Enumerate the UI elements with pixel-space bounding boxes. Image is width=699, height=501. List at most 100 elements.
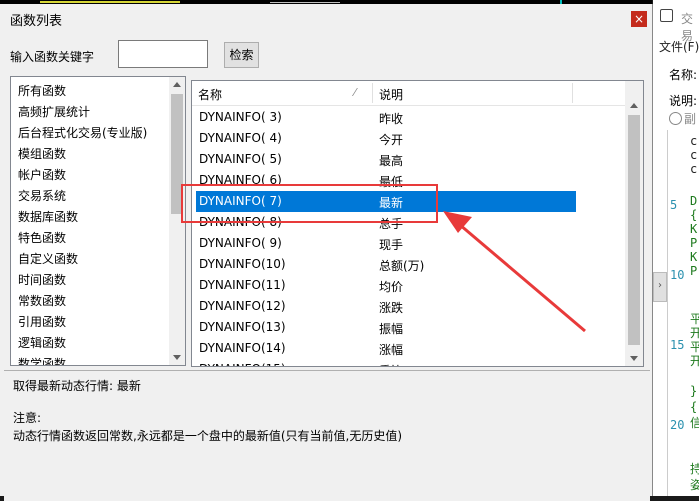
scroll-up-icon[interactable] (630, 103, 638, 108)
collapse-handle[interactable]: › (653, 272, 667, 302)
column-header-name[interactable]: 名称 (198, 86, 222, 103)
code-line: D (690, 194, 698, 208)
code-line: P (690, 236, 698, 250)
code-line: 开 (690, 354, 699, 368)
list-item[interactable]: DYNAINFO(14) 涨幅 (192, 338, 625, 359)
code-line: } (690, 384, 698, 398)
chevron-right-icon: › (658, 280, 662, 291)
list-item[interactable]: DYNAINFO(15) 委比 (192, 359, 625, 366)
search-input[interactable] (118, 40, 208, 68)
line-number: 5 (670, 198, 678, 212)
menu-file[interactable]: 文件(F) (659, 38, 699, 55)
description-note: 动态行情函数返回常数,永远都是一个盘中的最新值(只有当前值,无历史值) (13, 429, 402, 443)
radio-button[interactable] (669, 112, 682, 125)
list-header: 名称 ⁄ 说明 (192, 81, 625, 106)
function-name: DYNAINFO( 3) (199, 110, 282, 124)
function-desc: 总额(万) (379, 259, 425, 273)
category-item[interactable]: 数据库函数 (18, 207, 78, 228)
category-item[interactable]: 引用函数 (18, 312, 66, 333)
description-panel: 取得最新动态行情: 最新 注意: 动态行情函数返回常数,永远都是一个盘中的最新值… (4, 370, 650, 501)
close-button[interactable]: × (631, 11, 647, 27)
code-line: c (690, 162, 698, 176)
search-label: 输入函数关键字 (10, 50, 95, 64)
category-item[interactable]: 模组函数 (18, 144, 66, 165)
highlight-annotation-box (181, 184, 438, 223)
category-item[interactable]: 时间函数 (18, 270, 66, 291)
function-name: DYNAINFO(11) (199, 278, 286, 292)
function-desc: 最高 (379, 154, 404, 168)
code-line: 姿 (690, 478, 699, 492)
code-editor[interactable]: 5 10 15 20 c c c D{K P K P 平开平开}{信持姿 (667, 130, 699, 496)
function-name: DYNAINFO(12) (199, 299, 286, 313)
code-line: P (690, 264, 698, 278)
radio-label: 副 (684, 112, 697, 126)
code-line: 信 (690, 416, 699, 430)
category-item[interactable]: 特色函数 (18, 228, 66, 249)
code-line: c (690, 148, 698, 162)
code-line: 持 (690, 462, 699, 476)
function-list[interactable]: 名称 ⁄ 说明 DYNAINFO( 3) 昨收 DYNAINFO( 4) 今开 DYNA… (191, 80, 644, 367)
category-item[interactable]: 后台程式化交易(专业版) (18, 123, 147, 144)
code-line: { (690, 208, 698, 222)
scroll-up-icon[interactable] (173, 82, 181, 87)
column-divider[interactable] (572, 83, 573, 103)
function-desc: 涨跌 (379, 301, 404, 315)
function-name: DYNAINFO(14) (199, 341, 286, 355)
function-scrollbar[interactable] (625, 81, 643, 366)
line-number: 15 (670, 338, 685, 352)
code-line: { (690, 400, 698, 414)
chart-line (40, 1, 180, 3)
function-desc: 今开 (379, 133, 404, 147)
code-line: K (690, 250, 698, 264)
list-item[interactable]: DYNAINFO(13) 振幅 (192, 317, 625, 338)
close-icon: × (633, 12, 645, 26)
category-item[interactable]: 交易系统 (18, 186, 66, 207)
description-note-label: 注意: (13, 411, 42, 425)
function-name: DYNAINFO(10) (199, 257, 286, 271)
search-button[interactable]: 检索 (224, 42, 259, 68)
list-item[interactable]: DYNAINFO( 4) 今开 (192, 128, 625, 149)
window-titlebar[interactable]: 交易 (653, 0, 699, 43)
function-name: DYNAINFO(15) (199, 362, 286, 366)
function-desc: 均价 (379, 280, 404, 294)
category-item[interactable]: 常数函数 (18, 291, 66, 312)
function-desc: 委比 (379, 362, 403, 366)
list-item[interactable]: DYNAINFO( 3) 昨收 (192, 107, 625, 128)
desc-label: 说明: (669, 94, 698, 108)
category-item[interactable]: 自定义函数 (18, 249, 78, 270)
category-list[interactable]: 所有函数 高频扩展统计 后台程式化交易(专业版) 模组函数 帐户函数 交易系统 数据库函数特… (10, 76, 186, 366)
scroll-down-icon[interactable] (173, 355, 181, 360)
list-item[interactable]: DYNAINFO( 9) 现手 (192, 233, 625, 254)
category-item[interactable]: 逻辑函数 (18, 333, 66, 354)
column-header-desc[interactable]: 说明 (379, 86, 403, 103)
code-line: K (690, 222, 698, 236)
category-item[interactable]: 帐户函数 (18, 165, 66, 186)
list-item[interactable]: DYNAINFO(10) 总额(万) (192, 254, 625, 275)
column-divider[interactable] (372, 83, 373, 103)
background-editor-window[interactable]: 交易 文件(F) 名称: 说明: 副 › 5 10 15 20 c c c D{K P K P 平开平… (653, 0, 699, 496)
scroll-down-icon[interactable] (630, 356, 638, 361)
list-item[interactable]: DYNAINFO(11) 均价 (192, 275, 625, 296)
function-name: DYNAINFO(13) (199, 320, 286, 334)
dialog-titlebar[interactable]: 函数列表 × (0, 4, 652, 32)
function-desc: 涨幅 (379, 343, 404, 357)
function-name: DYNAINFO( 9) (199, 236, 282, 250)
category-item[interactable]: 高频扩展统计 (18, 102, 90, 123)
category-item[interactable]: 所有函数 (18, 81, 66, 102)
function-desc: 现手 (379, 238, 404, 252)
list-item[interactable]: DYNAINFO( 5) 最高 (192, 149, 625, 170)
function-list-dialog: 函数列表 × 输入函数关键字 检索 所有函数 高频扩展统计 后台程式化交易(专业版)… (0, 4, 653, 501)
chart-line (270, 2, 340, 3)
sort-icon: ⁄ (354, 86, 356, 99)
list-item[interactable]: DYNAINFO(12) 涨跌 (192, 296, 625, 317)
category-item[interactable]: 数学函数 (18, 354, 66, 365)
code-line: c (690, 134, 698, 148)
function-name: DYNAINFO( 4) (199, 131, 282, 145)
function-desc: 振幅 (379, 322, 404, 336)
name-label: 名称: (669, 68, 698, 82)
function-name: DYNAINFO( 5) (199, 152, 282, 166)
window-icon (660, 9, 673, 22)
function-desc: 昨收 (379, 112, 404, 126)
scroll-thumb[interactable] (628, 115, 640, 345)
line-number: 20 (670, 418, 685, 432)
